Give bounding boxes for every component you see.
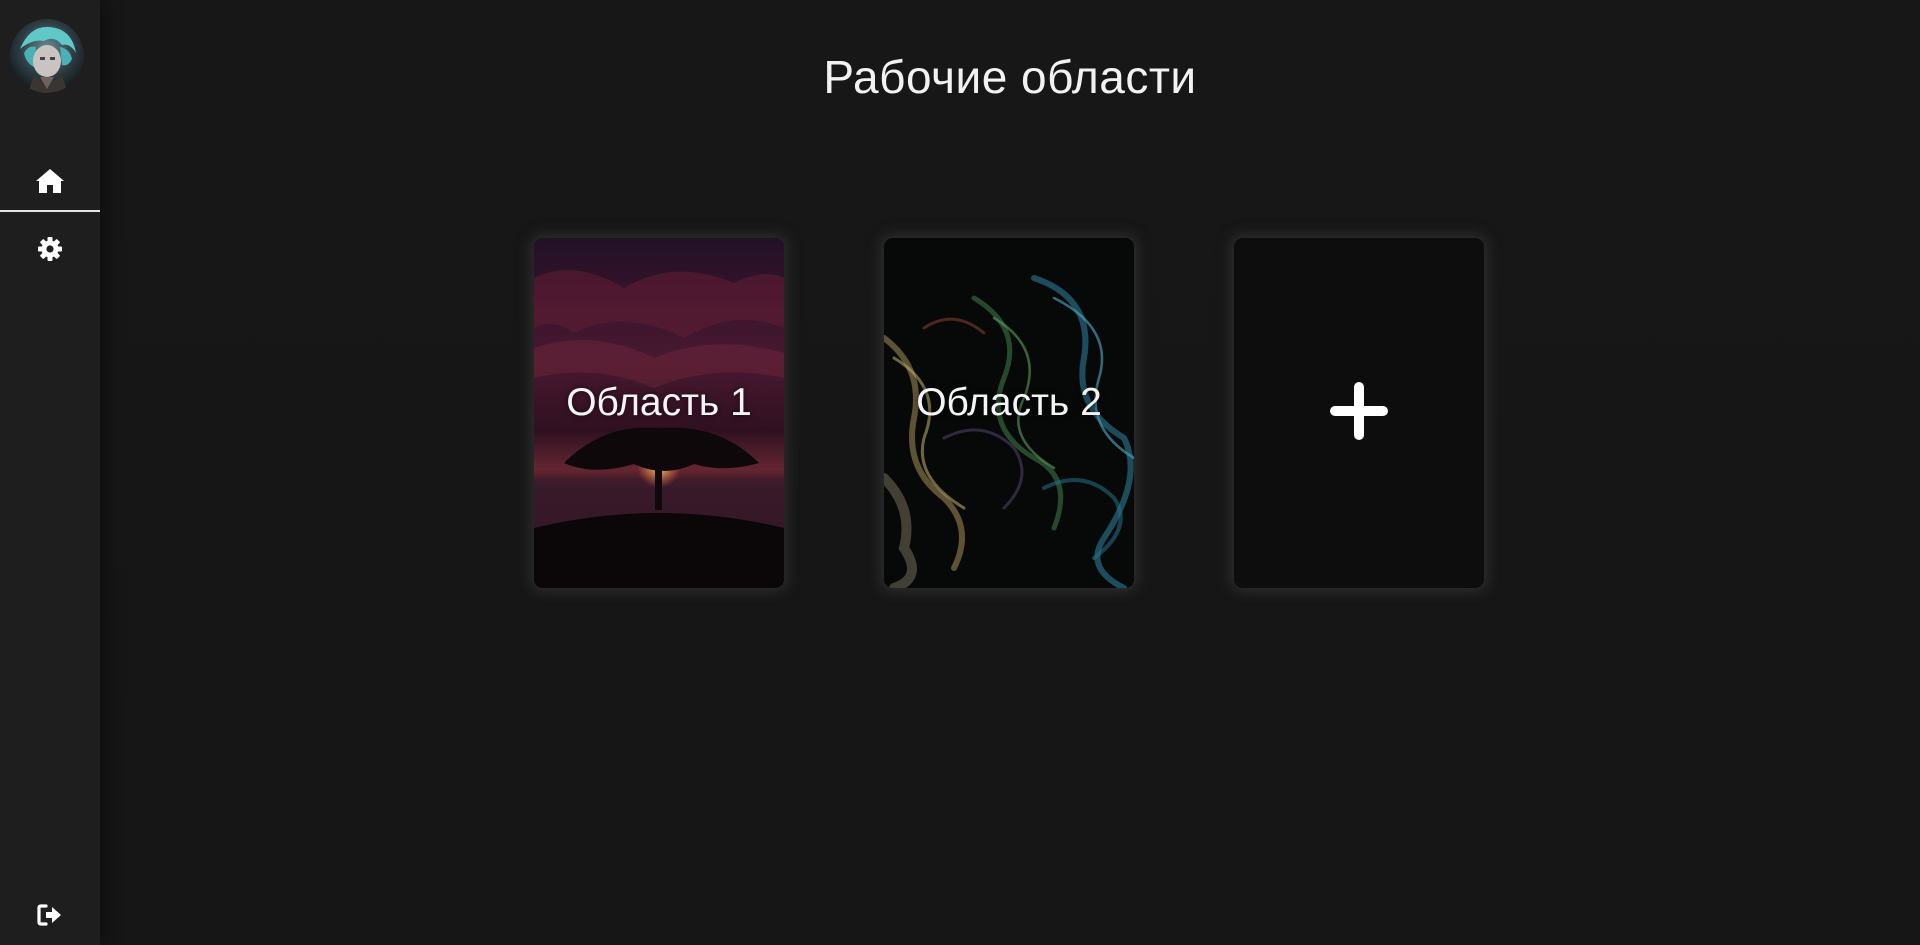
main-content: Рабочие области Область 1 Область 2 — [100, 0, 1920, 945]
page-title: Рабочие области — [823, 51, 1197, 103]
sidebar-item-home[interactable] — [0, 157, 100, 209]
workspace-label: Область 2 — [916, 381, 1102, 424]
gear-icon — [37, 236, 63, 267]
home-icon — [35, 168, 65, 199]
workspace-card-2[interactable]: Область 2 — [884, 238, 1134, 588]
logout-icon — [37, 903, 63, 931]
workspace-card-1[interactable]: Область 1 — [534, 238, 784, 588]
add-workspace-card[interactable] — [1234, 238, 1484, 588]
avatar[interactable] — [10, 19, 84, 93]
app-root: Рабочие области Область 1 Область 2 — [0, 0, 1920, 945]
workspace-label: Область 1 — [566, 381, 752, 424]
sidebar-item-settings[interactable] — [0, 225, 100, 277]
sidebar — [0, 0, 100, 945]
logout-button[interactable] — [0, 892, 100, 942]
active-indicator — [0, 210, 100, 212]
plus-icon — [1328, 380, 1390, 447]
avatar-image — [10, 19, 84, 93]
